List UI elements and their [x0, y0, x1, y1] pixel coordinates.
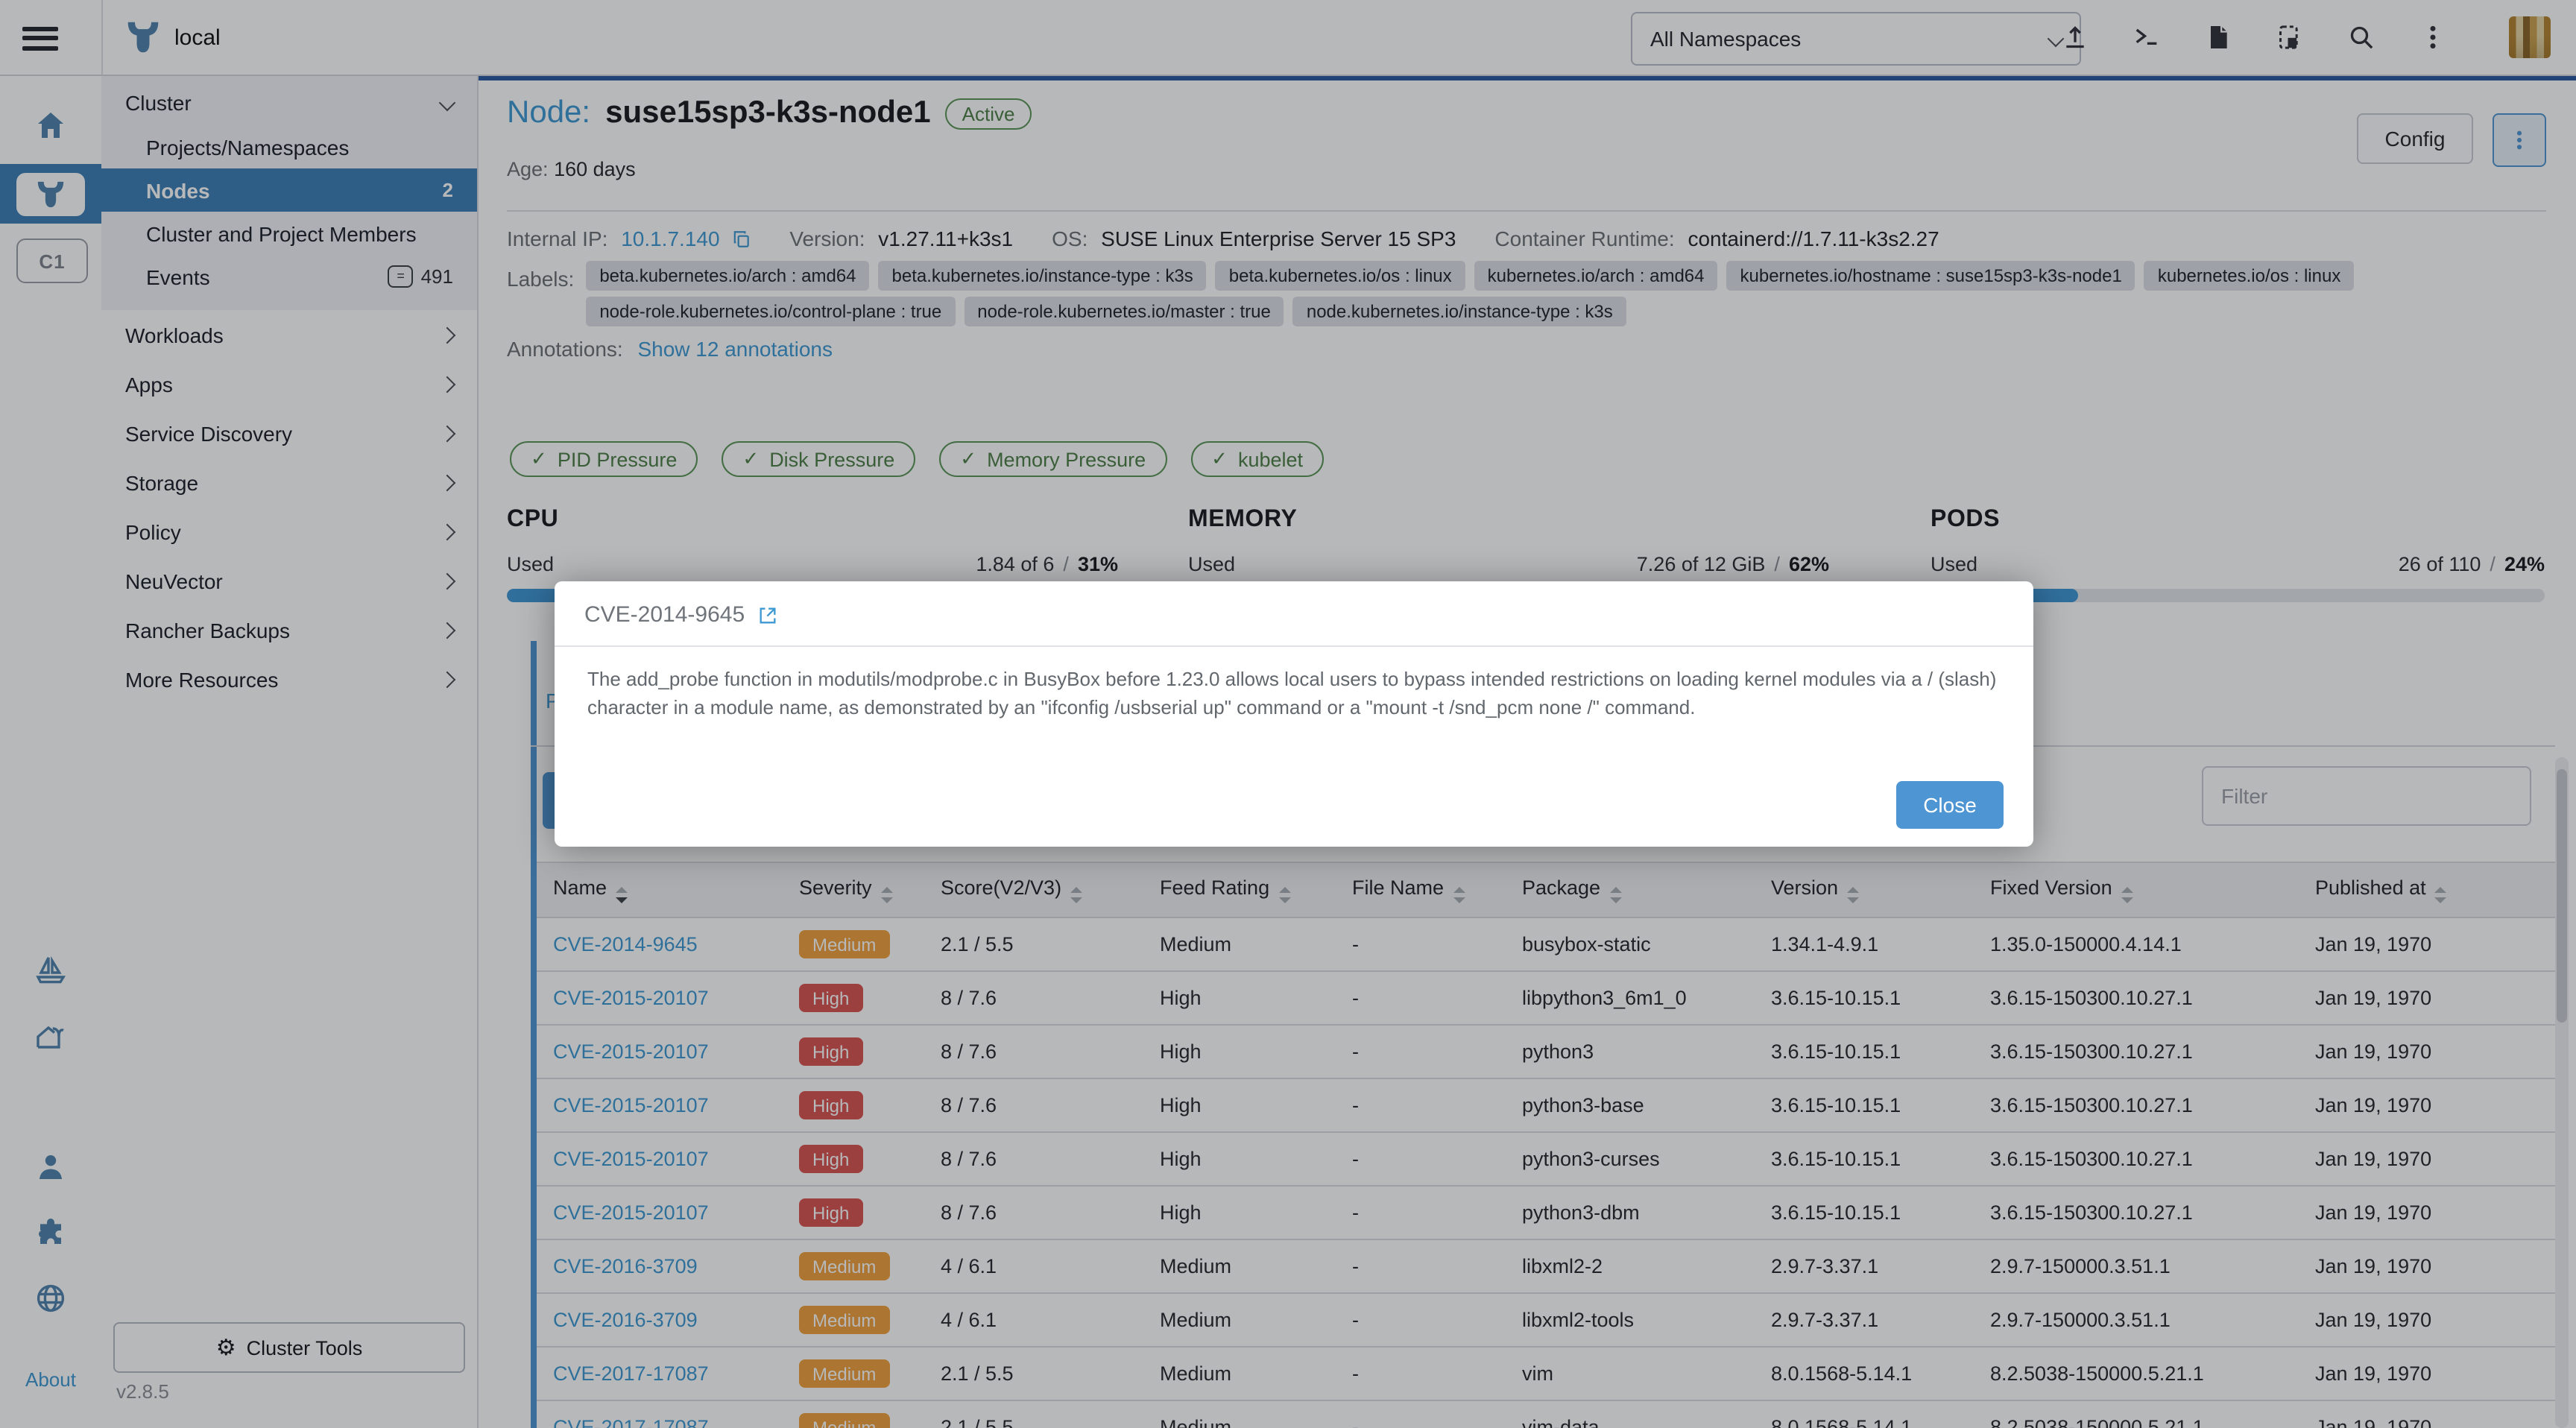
cve-detail-modal: CVE-2014-9645 The add_probe function in … — [555, 581, 2033, 847]
external-link-icon[interactable] — [757, 604, 777, 625]
modal-body-text: The add_probe function in modutils/modpr… — [555, 647, 2033, 722]
close-button[interactable]: Close — [1896, 781, 2004, 829]
modal-title: CVE-2014-9645 — [584, 602, 745, 628]
rancher-app: local All Namespaces C1 — [0, 0, 2576, 1428]
